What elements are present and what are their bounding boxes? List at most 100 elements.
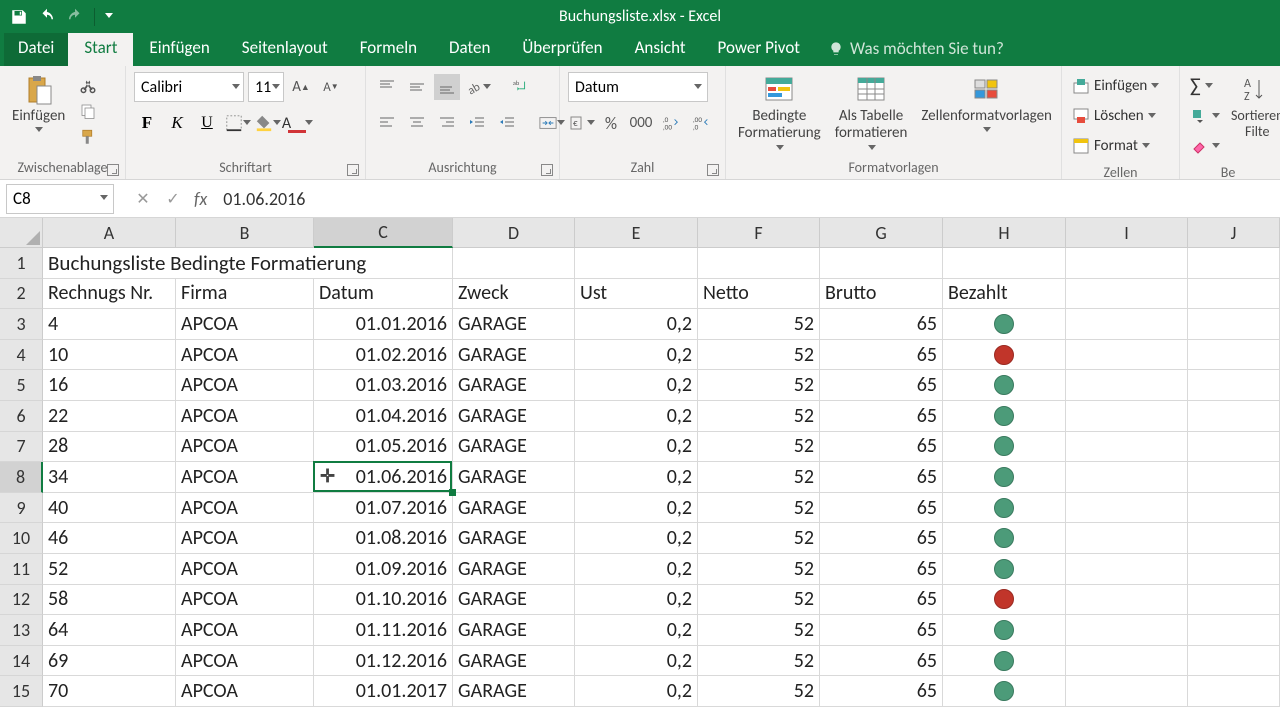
- cell[interactable]: 65: [820, 340, 943, 371]
- cell[interactable]: [1188, 401, 1280, 432]
- cell[interactable]: 52: [698, 615, 820, 646]
- cell-header[interactable]: [1066, 279, 1188, 310]
- cell[interactable]: GARAGE: [453, 646, 575, 677]
- fill-handle[interactable]: [449, 489, 456, 496]
- cell[interactable]: 0,2: [575, 309, 698, 340]
- col-header[interactable]: I: [1066, 218, 1188, 248]
- cell[interactable]: 01.02.2016: [314, 340, 453, 371]
- cell[interactable]: 01.08.2016: [314, 523, 453, 554]
- cell[interactable]: 52: [698, 646, 820, 677]
- cell[interactable]: 01.04.2016: [314, 401, 453, 432]
- cut-button[interactable]: [75, 72, 101, 98]
- cell[interactable]: 01.01.2017: [314, 676, 453, 707]
- name-box[interactable]: C8: [6, 184, 114, 214]
- cell[interactable]: [1066, 248, 1188, 279]
- cell[interactable]: [1066, 493, 1188, 524]
- spreadsheet-grid[interactable]: ABCDEFGHIJ1Buchungsliste Bedingte Format…: [0, 218, 1280, 707]
- cell[interactable]: 52: [43, 554, 176, 585]
- number-dialog-launcher[interactable]: [707, 164, 719, 176]
- row-header[interactable]: 9: [0, 493, 43, 524]
- autosum-button[interactable]: ∑: [1188, 72, 1221, 100]
- cell[interactable]: 0,2: [575, 370, 698, 401]
- align-center-button[interactable]: [404, 110, 430, 136]
- cell[interactable]: 70: [43, 676, 176, 707]
- orientation-button[interactable]: ab: [464, 74, 490, 100]
- cell[interactable]: [943, 248, 1066, 279]
- cell-header[interactable]: Datum: [314, 279, 453, 310]
- cell[interactable]: 65: [820, 309, 943, 340]
- cell[interactable]: [1066, 646, 1188, 677]
- tab-start[interactable]: Start: [68, 30, 133, 66]
- cell[interactable]: 40: [43, 493, 176, 524]
- cell-status[interactable]: [943, 585, 1066, 616]
- font-color-button[interactable]: A: [284, 110, 310, 136]
- decrease-indent-button[interactable]: [464, 110, 490, 136]
- col-header[interactable]: H: [943, 218, 1066, 248]
- col-header[interactable]: J: [1188, 218, 1280, 248]
- format-cells-button[interactable]: Format: [1070, 132, 1160, 160]
- cell-title[interactable]: Buchungsliste Bedingte Formatierung: [43, 248, 453, 279]
- cell-status[interactable]: [943, 523, 1066, 554]
- delete-cells-button[interactable]: Löschen: [1070, 102, 1160, 130]
- align-bottom-button[interactable]: [434, 74, 460, 100]
- cell[interactable]: GARAGE: [453, 401, 575, 432]
- cell[interactable]: GARAGE: [453, 585, 575, 616]
- cell-header[interactable]: Rechnugs Nr.: [43, 279, 176, 310]
- align-right-button[interactable]: [434, 110, 460, 136]
- row-header[interactable]: 6: [0, 401, 43, 432]
- cell[interactable]: 0,2: [575, 615, 698, 646]
- row-header[interactable]: 10: [0, 523, 43, 554]
- tell-me-search[interactable]: Was möchten Sie tun?: [816, 31, 1016, 66]
- cell[interactable]: 22: [43, 401, 176, 432]
- cell[interactable]: [1188, 646, 1280, 677]
- cell[interactable]: 34: [43, 462, 176, 493]
- cell[interactable]: GARAGE: [453, 554, 575, 585]
- cell[interactable]: [1066, 523, 1188, 554]
- cell[interactable]: [1188, 493, 1280, 524]
- save-icon[interactable]: [10, 8, 28, 26]
- cell[interactable]: GARAGE: [453, 340, 575, 371]
- bold-button[interactable]: F: [134, 110, 160, 136]
- cell[interactable]: GARAGE: [453, 615, 575, 646]
- cell[interactable]: 10: [43, 340, 176, 371]
- cell-header[interactable]: Ust: [575, 279, 698, 310]
- increase-decimal-button[interactable]: ,0,00: [658, 110, 684, 136]
- cell[interactable]: [1066, 554, 1188, 585]
- cell[interactable]: 0,2: [575, 585, 698, 616]
- cell[interactable]: GARAGE: [453, 462, 575, 493]
- cell-header[interactable]: Firma: [176, 279, 314, 310]
- row-header[interactable]: 8: [0, 462, 43, 493]
- cell[interactable]: 0,2: [575, 646, 698, 677]
- cell[interactable]: [1188, 432, 1280, 463]
- borders-button[interactable]: [224, 110, 250, 136]
- wrap-text-button[interactable]: ab: [508, 74, 534, 100]
- conditional-formatting-button[interactable]: Bedingte Formatierung: [734, 72, 825, 154]
- cell[interactable]: APCOA: [176, 615, 314, 646]
- cell-status[interactable]: [943, 340, 1066, 371]
- tab-seitenlayout[interactable]: Seitenlayout: [226, 30, 344, 66]
- cell[interactable]: 65: [820, 432, 943, 463]
- cell[interactable]: 52: [698, 370, 820, 401]
- cell[interactable]: 01.09.2016: [314, 554, 453, 585]
- col-header[interactable]: B: [176, 218, 314, 248]
- cell[interactable]: [1188, 676, 1280, 707]
- cell[interactable]: [820, 248, 943, 279]
- font-size-combo[interactable]: 11: [248, 72, 284, 102]
- cell[interactable]: 65: [820, 554, 943, 585]
- cell[interactable]: APCOA: [176, 493, 314, 524]
- cell[interactable]: 52: [698, 462, 820, 493]
- tab-datei[interactable]: Datei: [4, 30, 68, 66]
- fill-color-button[interactable]: [254, 110, 280, 136]
- align-middle-button[interactable]: [404, 74, 430, 100]
- cell[interactable]: 65: [820, 401, 943, 432]
- redo-icon[interactable]: [66, 8, 84, 26]
- cell[interactable]: 65: [820, 615, 943, 646]
- italic-button[interactable]: K: [164, 110, 190, 136]
- cell[interactable]: APCOA: [176, 462, 314, 493]
- cell[interactable]: 0,2: [575, 523, 698, 554]
- cell[interactable]: 64: [43, 615, 176, 646]
- cell-status[interactable]: [943, 401, 1066, 432]
- cell[interactable]: GARAGE: [453, 432, 575, 463]
- cell[interactable]: 52: [698, 523, 820, 554]
- cell[interactable]: GARAGE: [453, 370, 575, 401]
